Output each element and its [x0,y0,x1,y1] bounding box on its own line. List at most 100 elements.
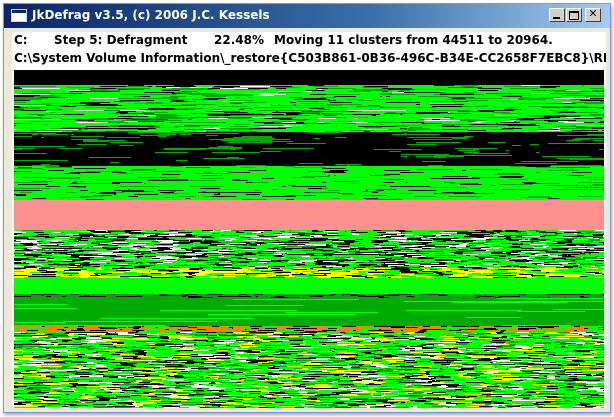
cluster-block [254,190,260,191]
cluster-block [53,162,65,163]
cluster-block [150,242,160,243]
cluster-block [532,184,544,185]
cluster-block [14,199,16,200]
cluster-block [524,174,526,175]
cluster-block [296,117,312,118]
cluster-block [578,185,604,186]
cluster-block [233,241,240,242]
cluster-block [170,122,200,123]
cluster-block [102,185,134,186]
cluster-block [542,183,560,184]
cluster-block [77,142,110,143]
cluster-block [464,232,474,233]
cluster-block [275,135,308,136]
cluster-block [288,110,312,111]
cluster-block [218,146,233,147]
cluster-block [462,105,484,106]
cluster-block [172,88,206,89]
close-button[interactable]: ✕ [585,7,601,22]
cluster-block [412,245,425,246]
cluster-block [190,113,204,114]
cluster-block [210,244,225,245]
cluster-block [588,245,597,246]
cluster-block [14,228,604,229]
cluster-block [224,117,252,118]
cluster-block [131,133,143,134]
cluster-block [32,123,68,124]
cluster-block [24,106,60,107]
cluster-block [252,97,286,98]
cluster-block [158,249,159,250]
cluster-block [257,230,272,231]
cluster-block [59,245,77,246]
cluster-block [156,185,158,186]
cluster-block [258,197,262,198]
cluster-block [158,134,176,135]
cluster-block [122,152,155,153]
cluster-block [299,147,347,148]
cluster-block [310,235,322,236]
cluster-block [246,110,258,111]
cluster-block [564,250,573,251]
cluster-block [102,109,106,110]
cluster-block [14,243,20,244]
cluster-block [14,166,26,167]
cluster-block [406,197,416,198]
cluster-block [562,108,598,109]
cluster-block [204,98,226,99]
cluster-block [57,247,69,248]
cluster-block [94,96,96,97]
cluster-block [268,166,284,167]
cluster-block [556,177,578,178]
cluster-block [382,238,395,239]
cluster-block [327,242,345,243]
cluster-block [505,247,520,248]
cluster-block [120,91,134,92]
cluster-block [233,153,287,154]
cluster-block [178,97,210,98]
maximize-button[interactable] [566,8,582,22]
cluster-block [491,245,497,246]
cluster-block [151,252,157,253]
cluster-block [342,182,360,183]
cluster-block [14,203,604,204]
cluster-block [544,235,557,236]
cluster-block [350,244,361,245]
cluster-block [314,86,338,87]
cluster-block [388,129,410,130]
cluster-block [360,116,370,117]
cluster-block [482,194,488,195]
cluster-block [566,89,568,90]
cluster-block [402,232,412,233]
cluster-block [53,238,62,239]
cluster-block [308,85,324,86]
title-bar[interactable]: JkDefrag v3.5, (c) 2006 J.C. Kessels ✕ [4,4,610,28]
cluster-block [14,202,604,203]
cluster-block [242,85,268,86]
cluster-block [586,175,598,176]
cluster-block [416,104,420,105]
cluster-block [410,129,418,130]
cluster-block [420,108,448,109]
cluster-block [329,153,347,154]
cluster-block [402,122,424,123]
cluster-block [88,194,114,195]
cluster-block [442,126,452,127]
cluster-block [279,245,287,246]
cluster-block [359,156,386,157]
cluster-block [203,158,245,159]
cluster-block [100,103,124,104]
minimize-button[interactable] [549,8,565,22]
cluster-block [72,131,106,132]
cluster-block [50,185,52,186]
cluster-block [14,238,29,239]
cluster-block [534,106,562,107]
cluster-block [216,119,244,120]
cluster-block [14,76,604,77]
cluster-block [341,249,354,250]
cluster-block [588,191,604,192]
cluster-block [162,105,196,106]
cluster-block [58,103,64,104]
app-window: JkDefrag v3.5, (c) 2006 J.C. Kessels ✕ C… [3,3,611,413]
cluster-block [432,246,449,247]
